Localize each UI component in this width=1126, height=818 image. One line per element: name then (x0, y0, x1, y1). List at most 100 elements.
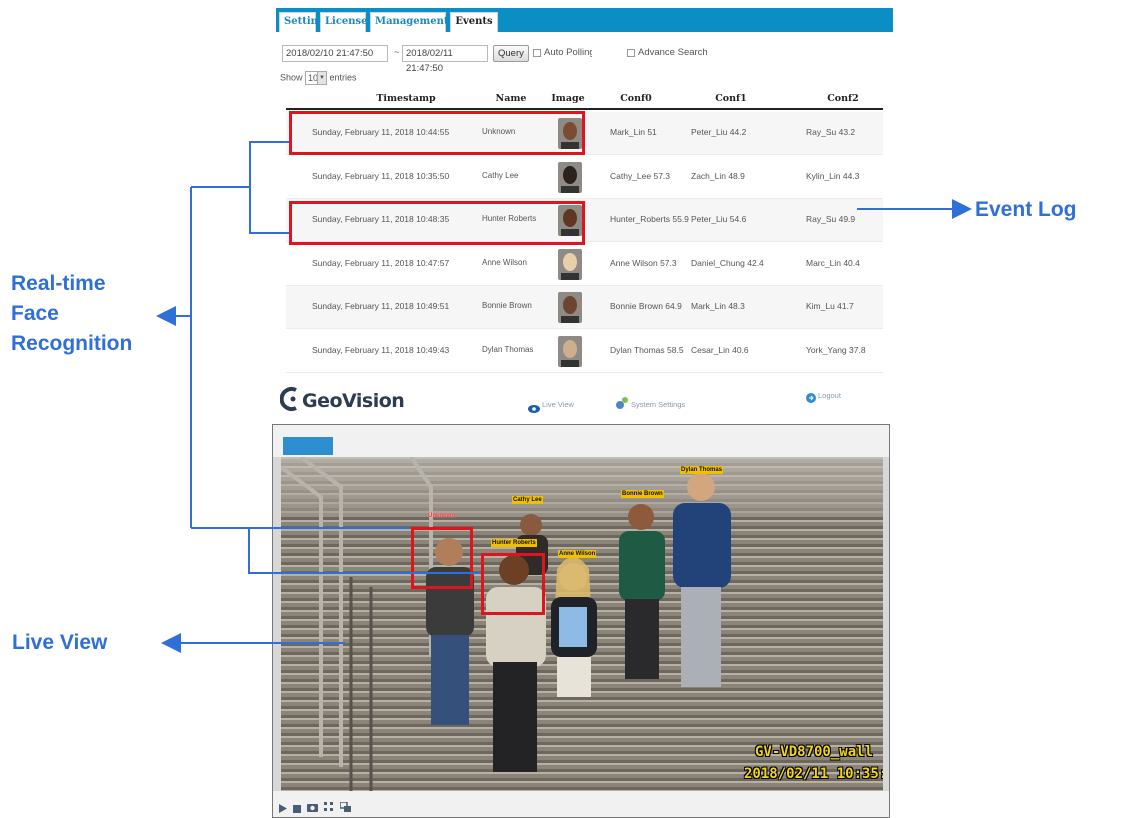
table-row[interactable]: Sunday, February 11, 2018 10:49:51 Bonnie… (286, 286, 883, 329)
live-view-link[interactable]: Live View (542, 400, 574, 409)
cell-name: Cathy Lee (482, 170, 519, 180)
col-name[interactable]: Name (491, 93, 531, 104)
auto-polling-label: Auto Polling (544, 47, 595, 58)
tab-setting[interactable]: Setting (279, 12, 325, 32)
cell-conf1: Zach_Lin 48.9 (691, 170, 745, 181)
face-thumbnail[interactable] (558, 248, 582, 280)
query-button[interactable]: Query (493, 45, 529, 62)
chevron-down-icon: ▼ (317, 72, 327, 84)
cell-timestamp: Sunday, February 11, 2018 10:49:51 (312, 301, 450, 311)
table-row[interactable]: Sunday, February 11, 2018 10:35:50 Cathy … (286, 156, 883, 199)
face-tag-hunter: Hunter Roberts (491, 539, 537, 547)
stream-tab-1[interactable] (283, 437, 333, 455)
osd-camera-name: GV-VD8700_wall (755, 744, 874, 760)
table-header: Timestamp Name Image Conf0 Conf1 Conf2 (286, 88, 883, 110)
entries-label: entries (329, 72, 357, 83)
face-tag-cathy: Cathy Lee (512, 496, 543, 504)
cell-conf0: Mark_Lin 51 (610, 127, 657, 137)
logout-link[interactable]: Logout (818, 391, 841, 400)
stairs-scene-image (281, 457, 883, 791)
date-range-separator: ~ (394, 47, 400, 58)
highlight-box-unknown-row (289, 111, 585, 155)
cell-conf2: Ray_Su 49.9 (806, 214, 856, 224)
grid-icon[interactable] (324, 799, 334, 817)
cell-conf1: Peter_Liu 44.2 (691, 127, 747, 137)
col-image: Image (551, 93, 585, 104)
advance-search-checkbox[interactable] (627, 49, 635, 57)
face-thumbnail[interactable] (558, 292, 582, 323)
cell-conf1: Mark_Lin 48.3 (691, 301, 745, 311)
cell-timestamp: Sunday, February 11, 2018 10:47:57 (312, 257, 450, 268)
face-thumbnail[interactable] (558, 161, 582, 193)
face-recognition-annotation-line3: Recognition (11, 332, 133, 355)
face-recognition-annotation-line1: Real-time (11, 272, 106, 295)
auto-polling-input-frame (592, 45, 622, 62)
auto-polling-checkbox[interactable] (533, 49, 541, 57)
gear-icon[interactable] (615, 396, 629, 415)
face-tag-dylan: Dylan Thomas (680, 466, 724, 474)
face-box-unknown (411, 527, 473, 589)
entries-select[interactable]: 10 ▼ (305, 71, 328, 85)
cell-conf1: Daniel_Chung 42.4 (691, 257, 764, 268)
tab-management[interactable]: Management (370, 12, 449, 32)
stream-tab-2[interactable] (343, 437, 391, 455)
cell-conf0: Cathy_Lee 57.3 (610, 170, 671, 181)
eye-icon[interactable] (528, 400, 540, 418)
osd-timestamp: 2018/02/11 10:35:30 (744, 766, 883, 782)
live-view-frame: Unknown Cathy Lee Hunter Roberts Anne Wi… (272, 424, 890, 818)
cell-conf0: Anne Wilson 57.3 (610, 257, 677, 268)
geovision-logo: GeoVision (279, 386, 405, 416)
advance-search-label: Advance Search (638, 47, 708, 58)
cell-name: Bonnie Brown (482, 301, 532, 310)
entries-length: Show 10 ▼ entries (280, 71, 357, 85)
system-settings-link[interactable]: System Settings (631, 400, 685, 409)
col-timestamp[interactable]: Timestamp (366, 93, 446, 104)
camera-web-ui: GeoVision Live View System Settings Logo… (272, 378, 890, 818)
fullscreen-icon[interactable] (339, 799, 351, 817)
cell-conf1: Peter_Liu 54.6 (691, 214, 747, 224)
cell-conf0: Hunter_Roberts 55.9 (610, 214, 689, 224)
stream-tabs (273, 425, 889, 457)
snapshot-icon[interactable] (307, 799, 318, 817)
highlight-box-hunter-row (289, 201, 585, 245)
cell-conf2: Marc_Lin 40.4 (806, 257, 860, 268)
live-video[interactable]: Unknown Cathy Lee Hunter Roberts Anne Wi… (281, 457, 883, 791)
face-tag-bonnie: Bonnie Brown (621, 490, 664, 498)
cell-conf1: Cesar_Lin 40.6 (691, 344, 749, 355)
face-thumbnail[interactable] (558, 335, 582, 367)
face-tag-anne: Anne Wilson (558, 550, 597, 558)
cell-name: Anne Wilson (482, 257, 527, 267)
tab-license[interactable]: License (320, 12, 368, 32)
event-log-annotation: Event Log (975, 198, 1077, 221)
event-log-panel: Setting License Management Events 2018/0… (276, 8, 893, 373)
face-recognition-annotation-line2: Face (11, 302, 59, 325)
col-conf2[interactable]: Conf2 (818, 93, 868, 104)
end-date-input[interactable]: 2018/02/11 21:47:50 (402, 45, 488, 74)
logout-icon[interactable] (806, 390, 816, 408)
stop-icon[interactable] (293, 800, 301, 818)
cell-timestamp: Sunday, February 11, 2018 10:49:43 (312, 344, 450, 355)
table-row[interactable]: Sunday, February 11, 2018 10:47:57 Anne W… (286, 243, 883, 286)
live-view-annotation: Live View (12, 631, 108, 654)
show-label: Show (280, 72, 303, 83)
col-conf1[interactable]: Conf1 (706, 93, 756, 104)
face-tag-unknown: Unknown (428, 513, 455, 519)
col-conf0[interactable]: Conf0 (611, 93, 661, 104)
cell-name: Dylan Thomas (482, 344, 534, 354)
cell-conf0: Dylan Thomas 58.5 (610, 344, 684, 355)
cell-conf2: York_Yang 37.8 (806, 344, 866, 355)
video-controls (273, 791, 889, 817)
cell-conf2: Kim_Lu 41.7 (806, 301, 854, 311)
cell-conf2: Kylin_Lin 44.3 (806, 170, 860, 181)
stream-tab-3[interactable] (399, 437, 447, 455)
start-date-input[interactable]: 2018/02/10 21:47:50 (282, 45, 388, 62)
brand-name: GeoVision (302, 390, 405, 412)
tab-bar: Setting License Management Events (276, 8, 893, 32)
cell-timestamp: Sunday, February 11, 2018 10:35:50 (312, 170, 450, 181)
tab-events[interactable]: Events (450, 12, 498, 32)
table-row[interactable]: Sunday, February 11, 2018 10:49:43 Dylan … (286, 330, 883, 373)
play-icon[interactable] (279, 800, 287, 818)
geovision-logo-icon (279, 387, 297, 411)
face-box-hunter (481, 553, 545, 615)
cell-conf2: Ray_Su 43.2 (806, 127, 856, 137)
